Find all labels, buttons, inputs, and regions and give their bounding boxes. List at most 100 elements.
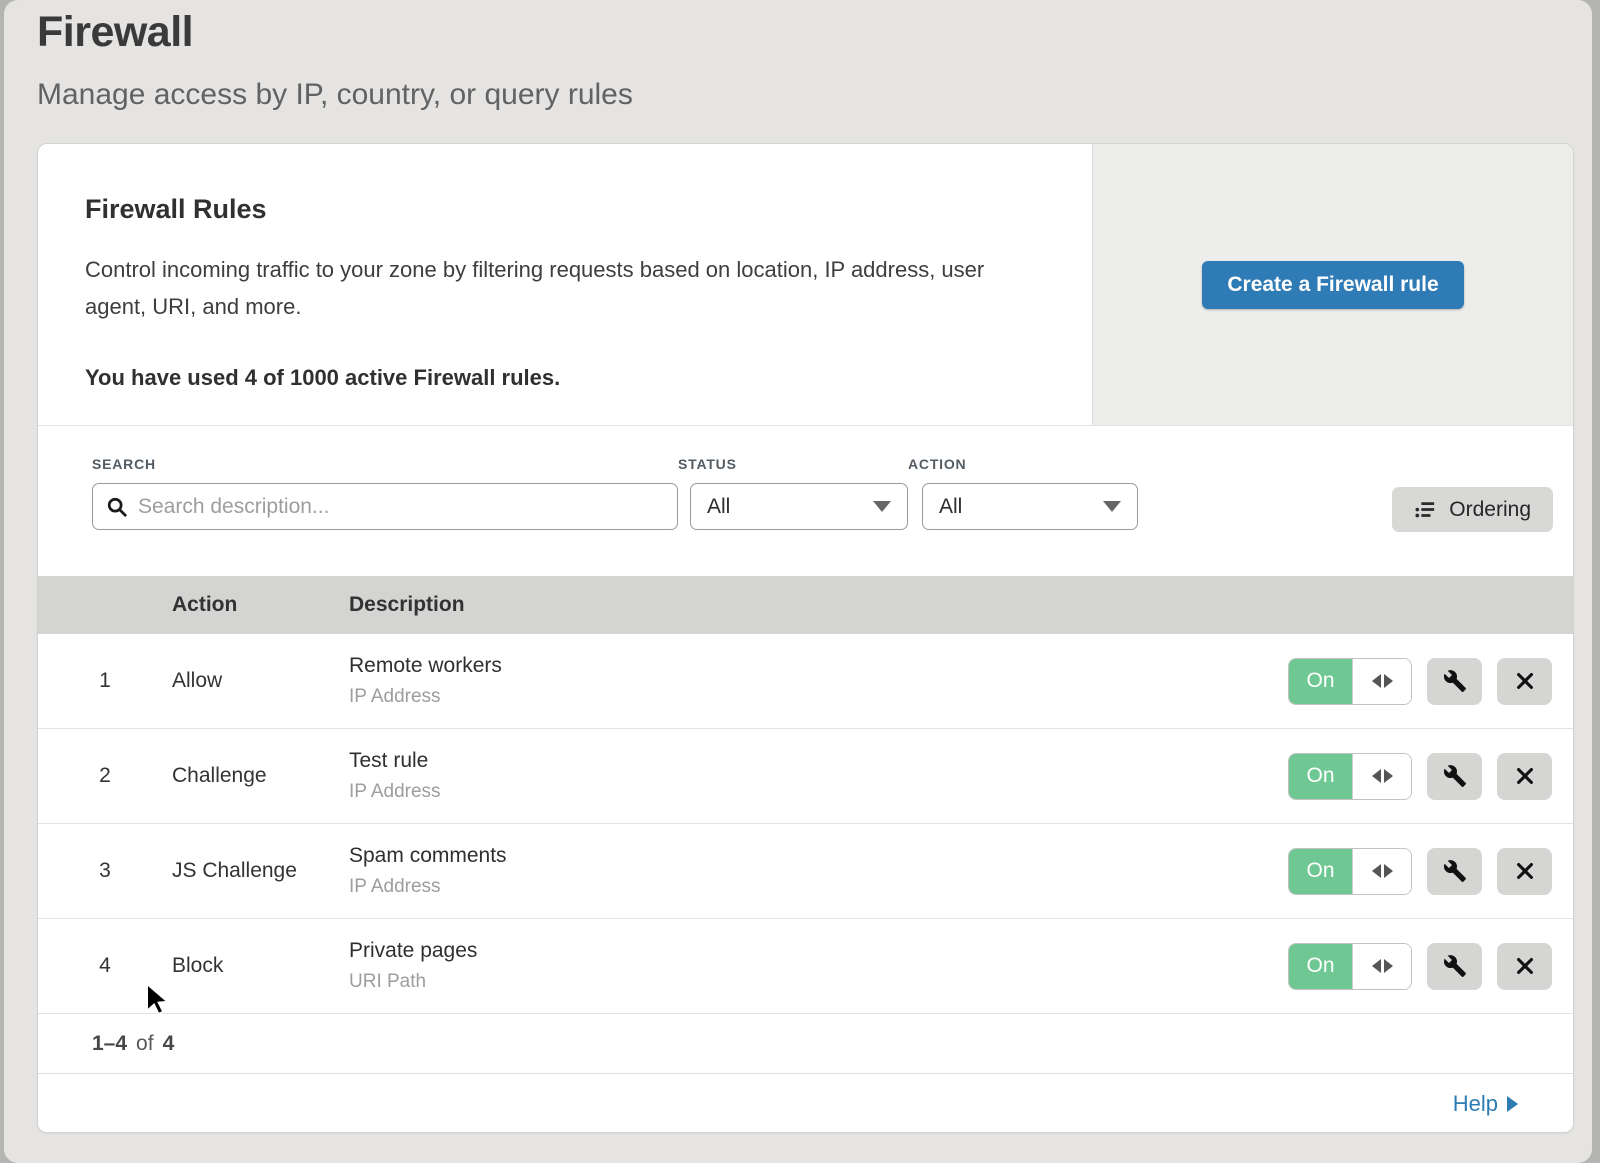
toggle-handle[interactable] — [1352, 849, 1411, 894]
rule-description: Remote workers — [349, 654, 1288, 678]
search-input[interactable] — [138, 495, 664, 519]
table-row: 3 JS Challenge Spam comments IP Address … — [38, 824, 1573, 919]
edit-rule-button[interactable] — [1427, 943, 1482, 990]
rule-action: JS Challenge — [172, 859, 349, 883]
rule-action: Challenge — [172, 764, 349, 788]
toggle-handle[interactable] — [1352, 944, 1411, 989]
rule-priority: 1 — [38, 669, 172, 693]
arrow-left-icon — [1372, 674, 1381, 688]
arrow-right-icon — [1384, 864, 1393, 878]
toggle-on-state[interactable]: On — [1289, 944, 1352, 989]
status-label: STATUS — [678, 456, 908, 472]
table-header: Action Description — [38, 576, 1573, 634]
description-column-header: Description — [349, 593, 1573, 617]
action-filter: ACTION All — [908, 456, 1138, 530]
pagination-of: of — [136, 1032, 154, 1056]
close-icon — [1514, 955, 1536, 977]
page-subtitle: Manage access by IP, country, or query r… — [37, 78, 1592, 112]
arrow-left-icon — [1372, 769, 1381, 783]
hero-text-panel: Firewall Rules Control incoming traffic … — [38, 144, 1092, 425]
hero-description: Control incoming traffic to your zone by… — [85, 251, 1032, 325]
rules-usage-summary: You have used 4 of 1000 active Firewall … — [85, 365, 1032, 391]
action-column-header: Action — [172, 593, 349, 617]
arrow-left-icon — [1372, 959, 1381, 973]
rule-match-type: IP Address — [349, 686, 1288, 708]
rule-enabled-toggle[interactable]: On — [1288, 848, 1412, 895]
pagination-total: 4 — [163, 1032, 175, 1056]
search-icon — [106, 496, 128, 518]
close-icon — [1514, 670, 1536, 692]
pagination-range: 1–4 — [92, 1032, 127, 1056]
action-select-value: All — [939, 495, 962, 519]
rule-priority: 2 — [38, 764, 172, 788]
hero-heading: Firewall Rules — [85, 194, 1032, 225]
rule-description: Private pages — [349, 939, 1288, 963]
rule-enabled-toggle[interactable]: On — [1288, 658, 1412, 705]
rule-controls: On — [1288, 658, 1573, 705]
page-header: Firewall Manage access by IP, country, o… — [4, 0, 1592, 112]
table-row: 2 Challenge Test rule IP Address On — [38, 729, 1573, 824]
action-label: ACTION — [908, 456, 1138, 472]
ordering-list-icon — [1414, 499, 1436, 521]
rule-enabled-toggle[interactable]: On — [1288, 753, 1412, 800]
chevron-down-icon — [873, 501, 891, 512]
wrench-icon — [1443, 954, 1467, 978]
rule-match-type: IP Address — [349, 781, 1288, 803]
rule-description: Test rule — [349, 749, 1288, 773]
table-row: 1 Allow Remote workers IP Address On — [38, 634, 1573, 729]
wrench-icon — [1443, 764, 1467, 788]
search-box[interactable] — [92, 483, 678, 530]
delete-rule-button[interactable] — [1497, 658, 1552, 705]
rule-description-cell: Remote workers IP Address — [349, 654, 1288, 708]
delete-rule-button[interactable] — [1497, 848, 1552, 895]
rule-description-cell: Private pages URI Path — [349, 939, 1288, 993]
wrench-icon — [1443, 669, 1467, 693]
status-select[interactable]: All — [690, 483, 908, 530]
rule-match-type: URI Path — [349, 971, 1288, 993]
rule-action: Block — [172, 954, 349, 978]
delete-rule-button[interactable] — [1497, 943, 1552, 990]
create-firewall-rule-button[interactable]: Create a Firewall rule — [1202, 261, 1463, 309]
pagination: 1–4 of 4 — [38, 1014, 1573, 1074]
close-icon — [1514, 860, 1536, 882]
ordering-button[interactable]: Ordering — [1392, 487, 1553, 532]
edit-rule-button[interactable] — [1427, 658, 1482, 705]
firewall-rules-card: Firewall Rules Control incoming traffic … — [37, 143, 1574, 1133]
arrow-left-icon — [1372, 864, 1381, 878]
firewall-rules-hero: Firewall Rules Control incoming traffic … — [38, 144, 1573, 426]
close-icon — [1514, 765, 1536, 787]
search-label: SEARCH — [92, 456, 678, 472]
page-title: Firewall — [37, 8, 1592, 57]
arrow-right-icon — [1384, 674, 1393, 688]
toggle-handle[interactable] — [1352, 754, 1411, 799]
search-filter: SEARCH — [92, 456, 678, 530]
rule-description-cell: Spam comments IP Address — [349, 844, 1288, 898]
hero-action-panel: Create a Firewall rule — [1092, 144, 1573, 425]
chevron-down-icon — [1103, 501, 1121, 512]
rule-match-type: IP Address — [349, 876, 1288, 898]
rule-enabled-toggle[interactable]: On — [1288, 943, 1412, 990]
rule-action: Allow — [172, 669, 349, 693]
table-row: 4 Block Private pages URI Path On — [38, 919, 1573, 1014]
toggle-handle[interactable] — [1352, 659, 1411, 704]
delete-rule-button[interactable] — [1497, 753, 1552, 800]
help-link[interactable]: Help — [1453, 1091, 1518, 1117]
help-link-label: Help — [1453, 1091, 1498, 1117]
ordering-button-label: Ordering — [1449, 498, 1531, 522]
caret-right-icon — [1507, 1096, 1518, 1112]
edit-rule-button[interactable] — [1427, 848, 1482, 895]
toggle-on-state[interactable]: On — [1289, 659, 1352, 704]
toggle-on-state[interactable]: On — [1289, 849, 1352, 894]
rule-description: Spam comments — [349, 844, 1288, 868]
wrench-icon — [1443, 859, 1467, 883]
toggle-on-state[interactable]: On — [1289, 754, 1352, 799]
rule-priority: 4 — [38, 954, 172, 978]
action-select[interactable]: All — [922, 483, 1138, 530]
rule-description-cell: Test rule IP Address — [349, 749, 1288, 803]
edit-rule-button[interactable] — [1427, 753, 1482, 800]
firewall-page: Firewall Manage access by IP, country, o… — [4, 0, 1592, 1163]
arrow-right-icon — [1384, 959, 1393, 973]
status-select-value: All — [707, 495, 730, 519]
rule-controls: On — [1288, 753, 1573, 800]
card-footer: Help — [38, 1074, 1573, 1133]
